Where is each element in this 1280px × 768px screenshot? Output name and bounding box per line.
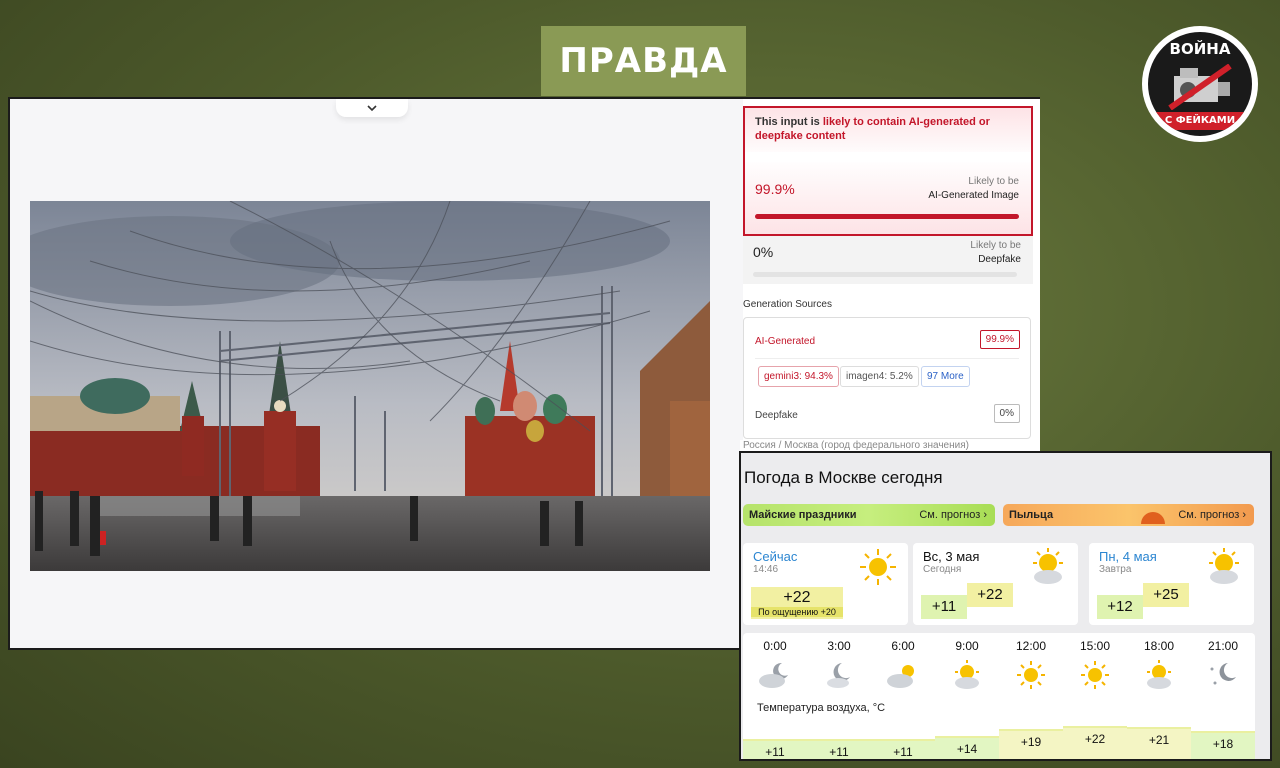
ai-progress-bar xyxy=(755,214,1019,219)
temp-bar: +19 xyxy=(999,729,1063,759)
temp-bar: +21 xyxy=(1127,726,1191,759)
logo-band-text: С ФЕЙКАМИ xyxy=(1148,112,1252,130)
temp-value: +22 xyxy=(1084,731,1106,746)
war-with-fakes-logo: ВОЙНА С ФЕЙКАМИ xyxy=(1142,26,1258,142)
tomorrow-high: +25 xyxy=(1143,583,1189,607)
feels-like: По ощущению +20 xyxy=(751,607,843,617)
ai-label-type: AI-Generated Image xyxy=(928,190,1019,201)
deepfake-row: 0% Likely to be Deepfake xyxy=(743,236,1033,284)
ai-label-likely: Likely to be xyxy=(968,176,1019,187)
tomorrow-card[interactable]: Пн, 4 мая Завтра +12 +25 xyxy=(1089,543,1254,625)
alert-prefix: This input is xyxy=(755,116,823,128)
source-deepfake-label: Deepfake xyxy=(755,410,798,421)
now-time: 14:46 xyxy=(753,564,779,575)
source-ai-percent: 99.9% xyxy=(979,330,1020,349)
cloud-moon-icon xyxy=(759,662,788,688)
temp-value: +14 xyxy=(956,741,978,756)
generation-sources-title: Generation Sources xyxy=(743,299,832,310)
title-badge: ПРАВДА xyxy=(541,26,746,96)
red-square-photo xyxy=(30,201,710,571)
ai-alert-box: This input is likely to contain AI-gener… xyxy=(743,106,1033,236)
sun-cloud-icon xyxy=(1209,548,1239,584)
temp-bar: +11 xyxy=(807,739,871,759)
temp-bar: +18 xyxy=(1191,730,1255,759)
temp-bar: +22 xyxy=(1063,725,1127,759)
deepfake-progress-bar xyxy=(753,272,1017,277)
temp-value: +11 xyxy=(893,745,913,760)
hour-label: 0:00 xyxy=(763,639,787,653)
today-card[interactable]: Вс, 3 мая Сегодня +11 +22 xyxy=(913,543,1078,625)
collapse-toggle[interactable] xyxy=(336,99,408,117)
temp-bar: +11 xyxy=(871,739,935,759)
hourly-forecast: Температура воздуха, °C 0:00 +11 3:00 +11 6:… xyxy=(743,633,1255,759)
divider xyxy=(745,152,1031,162)
today-day: Вс, 3 мая xyxy=(923,549,980,564)
sun-icon xyxy=(1081,661,1109,689)
now-temp-box: +22 По ощущению +20 xyxy=(751,587,843,619)
pollen-link: См. прогноз › xyxy=(1178,509,1246,521)
hour-label: 12:00 xyxy=(1015,639,1047,653)
source-deepfake-percent: 0% xyxy=(993,404,1020,423)
sunset-icon xyxy=(1141,512,1165,524)
holidays-link: См. прогноз › xyxy=(919,509,987,521)
today-high: +22 xyxy=(967,583,1013,607)
temp-value: +11 xyxy=(829,745,849,760)
deepfake-percent: 0% xyxy=(753,244,774,260)
moon-cloud-icon xyxy=(827,663,850,688)
temp-bar: +11 xyxy=(743,739,807,759)
ai-detection-panel: This input is likely to contain AI-gener… xyxy=(743,99,1040,448)
hour-label: 15:00 xyxy=(1079,639,1111,653)
holidays-forecast-link[interactable]: Майские праздники См. прогноз › xyxy=(743,504,995,526)
divider xyxy=(755,358,1019,359)
ai-percent: 99.9% xyxy=(755,181,795,197)
cloud-sun-icon xyxy=(887,665,914,688)
sun-cloud-icon xyxy=(955,660,979,689)
hour-label: 18:00 xyxy=(1143,639,1175,653)
now-temp: +22 xyxy=(783,589,811,606)
logo-top-text: ВОЙНА xyxy=(1169,40,1231,58)
pollen-forecast-link[interactable]: Пыльца См. прогноз › xyxy=(1003,504,1254,526)
source-ai-label: AI-Generated xyxy=(755,336,816,347)
page-title: ПРАВДА xyxy=(559,41,728,81)
pollen-label: Пыльца xyxy=(1009,509,1054,521)
tomorrow-low: +12 xyxy=(1097,595,1143,619)
hour-label: 6:00 xyxy=(891,639,915,653)
sun-cloud-icon xyxy=(1147,660,1171,689)
chip-gemini3[interactable]: gemini3: 94.3% xyxy=(758,366,839,387)
now-day: Сейчас xyxy=(753,549,798,564)
sun-icon xyxy=(860,549,896,585)
weather-panel: Погода в Москве сегодня Майские праздник… xyxy=(739,451,1272,761)
today-sub: Сегодня xyxy=(923,564,962,575)
holidays-label: Майские праздники xyxy=(749,509,857,521)
moon-stars-icon xyxy=(1210,663,1236,685)
tomorrow-day: Пн, 4 мая xyxy=(1099,549,1157,564)
weather-title: Погода в Москве сегодня xyxy=(744,468,943,487)
deepfake-label-likely: Likely to be xyxy=(970,240,1021,251)
alert-text: This input is likely to contain AI-gener… xyxy=(755,115,1015,143)
temperature-label: Температура воздуха, °C xyxy=(757,702,886,714)
generation-sources-box: AI-Generated 99.9% gemini3: 94.3% imagen… xyxy=(743,317,1031,439)
hour-label: 21:00 xyxy=(1207,639,1239,653)
chip-imagen4[interactable]: imagen4: 5.2% xyxy=(840,366,919,387)
camera-crossed-icon xyxy=(1168,64,1232,110)
hour-label: 9:00 xyxy=(955,639,979,653)
tomorrow-sub: Завтра xyxy=(1099,564,1132,575)
hour-label: 3:00 xyxy=(827,639,851,653)
today-low: +11 xyxy=(921,595,967,619)
deepfake-label-type: Deepfake xyxy=(978,254,1021,265)
temp-value: +18 xyxy=(1212,736,1234,751)
more-sources-button[interactable]: 97 More xyxy=(921,366,970,387)
temp-bar: +14 xyxy=(935,735,999,759)
now-card[interactable]: Сейчас 14:46 +22 По ощущению +20 xyxy=(743,543,908,625)
temp-value: +19 xyxy=(1020,735,1042,750)
temp-value: +21 xyxy=(1148,732,1170,747)
sun-cloud-icon xyxy=(1033,548,1063,584)
temp-value: +11 xyxy=(765,745,785,760)
sun-icon xyxy=(1017,661,1045,689)
chevron-down-icon xyxy=(367,105,377,112)
